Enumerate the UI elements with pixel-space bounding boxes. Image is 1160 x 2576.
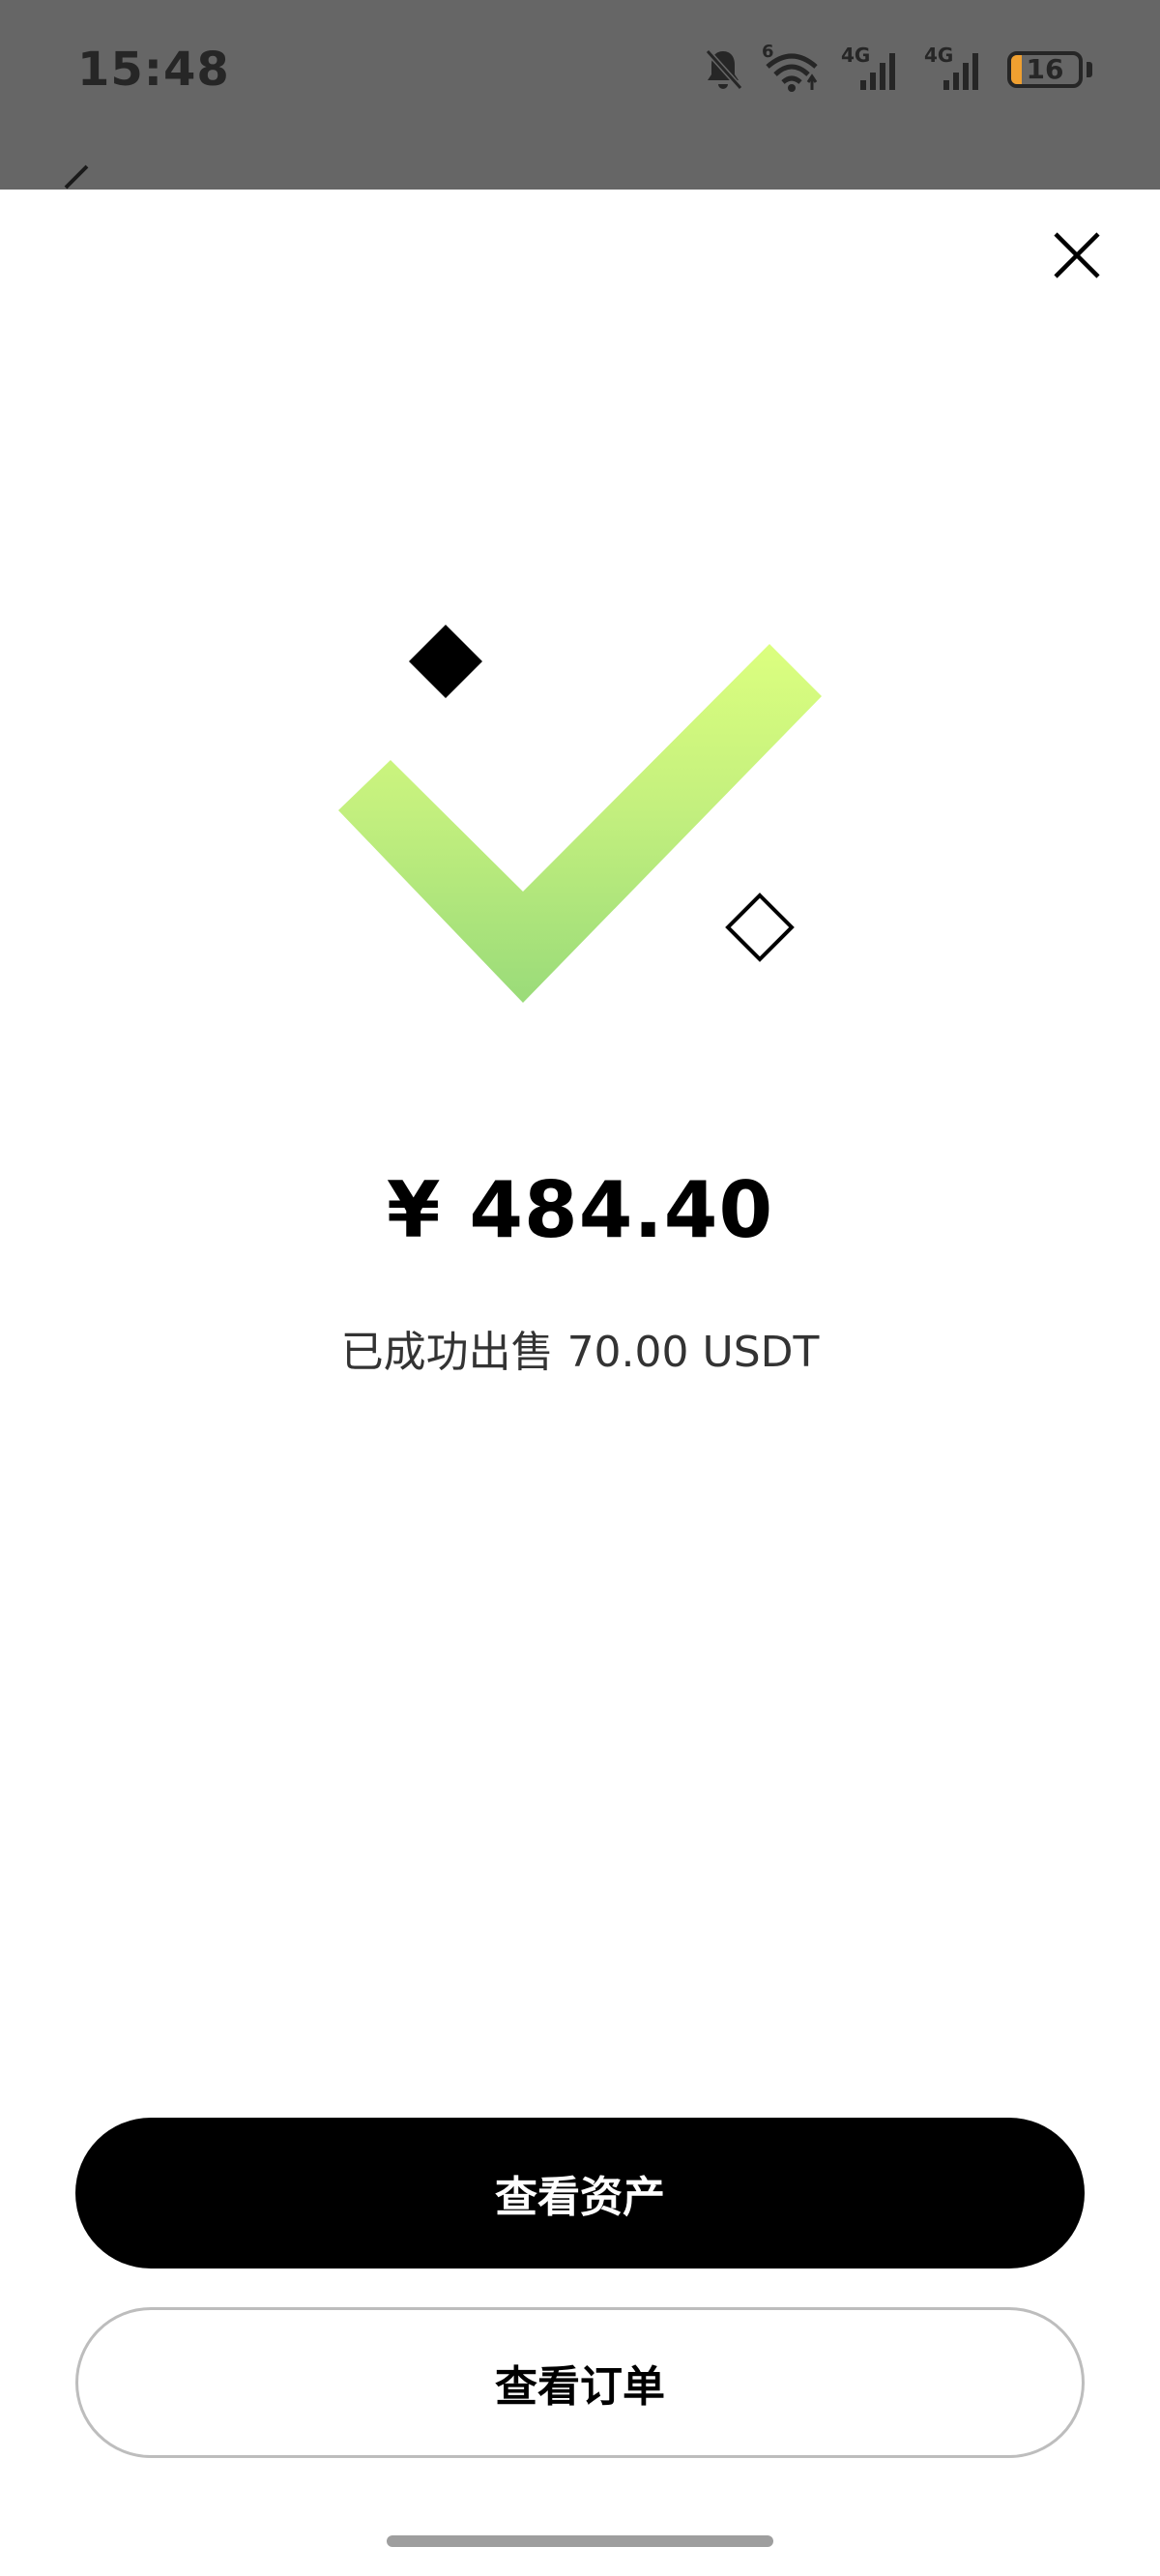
battery-fill: [1011, 55, 1023, 84]
diamond-outline-icon: [725, 893, 795, 962]
close-icon: [1054, 232, 1100, 278]
wifi-icon: 6: [762, 42, 820, 92]
diamond-filled-icon: [409, 625, 482, 698]
status-bar: 15:48 6 4G 4G 16: [0, 0, 1160, 190]
back-arrow-icon: [64, 164, 89, 190]
status-time: 15:48: [77, 43, 230, 97]
sale-message: 已成功出售 70.00 USDT: [340, 1328, 820, 1377]
mute-bell-icon: [704, 47, 742, 92]
battery-tip: [1087, 62, 1092, 77]
view-assets-button[interactable]: 查看资产: [75, 2118, 1085, 2269]
battery-icon: 16: [1007, 51, 1083, 88]
close-button[interactable]: [1044, 222, 1110, 288]
home-indicator[interactable]: [387, 2535, 773, 2547]
sale-amount: ¥ 484.40: [386, 1165, 774, 1255]
signal-4g-icon: 4G: [841, 44, 903, 92]
wifi-label: 6: [762, 42, 774, 62]
app-screen: 15:48 6 4G 4G 16 ¥ 484.40 已成功出售 70.00 US…: [0, 0, 1160, 2576]
view-orders-button[interactable]: 查看订单: [75, 2307, 1085, 2458]
signal-4g-icon: 4G: [924, 44, 986, 92]
success-check-icon: [338, 625, 822, 1003]
status-icons: 6 4G 4G 16: [704, 42, 1092, 97]
battery-level: 16: [1026, 53, 1064, 85]
